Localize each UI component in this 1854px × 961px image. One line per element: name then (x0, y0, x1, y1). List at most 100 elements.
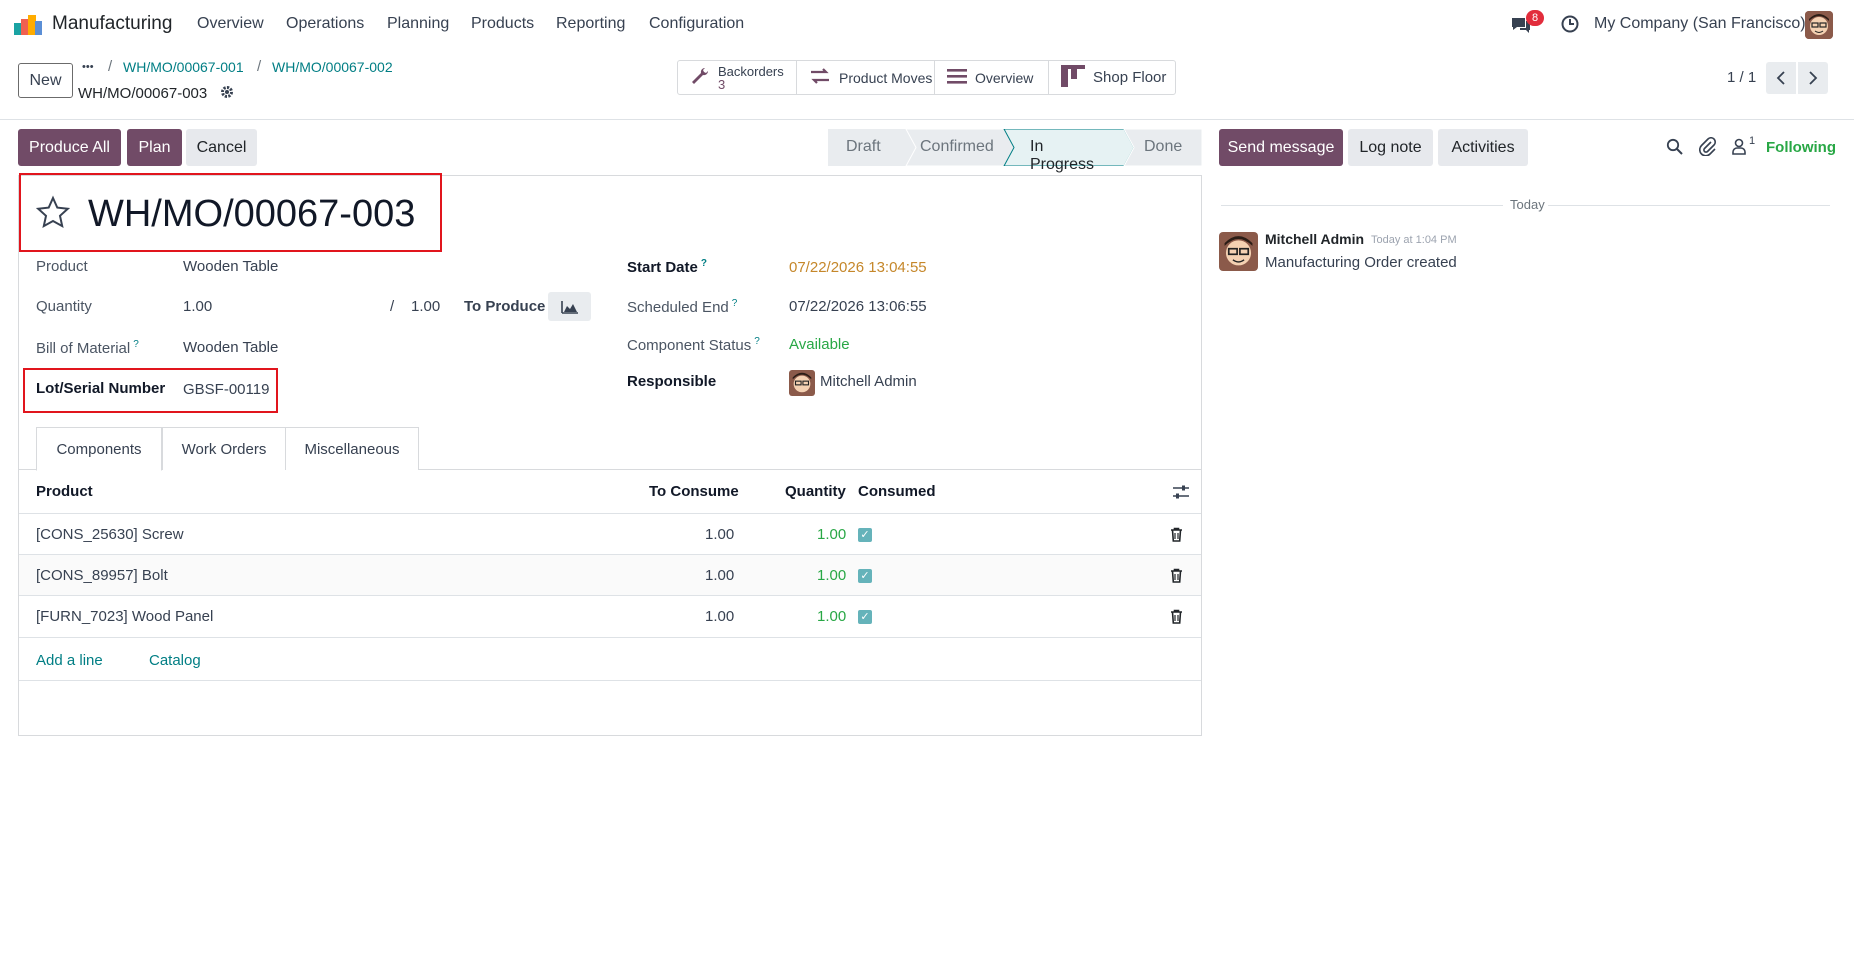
responsible-value[interactable]: Mitchell Admin (820, 373, 917, 390)
stage-in-progress[interactable]: In Progress (1030, 138, 1094, 174)
shop-floor-button[interactable]: Shop Floor (1049, 61, 1175, 94)
responsible-label: Responsible (627, 373, 717, 390)
col-header-to-consume[interactable]: To Consume (649, 483, 739, 500)
bom-help-icon[interactable]: ? (133, 339, 139, 350)
col-header-quantity[interactable]: Quantity (785, 483, 846, 500)
star-icon[interactable] (35, 195, 71, 235)
backorders-button[interactable]: Backorders 3 (678, 61, 797, 94)
lot-serial-label: Lot/Serial Number (36, 380, 166, 397)
trash-icon[interactable] (1170, 568, 1183, 587)
menu-overview[interactable]: Overview (197, 15, 264, 33)
area-chart-icon (560, 300, 578, 314)
tab-work-orders[interactable]: Work Orders (162, 427, 286, 470)
breadcrumb-ellipsis[interactable]: ••• (82, 61, 94, 73)
quantity-input[interactable]: 1.00 (183, 298, 212, 315)
gear-icon[interactable] (220, 85, 234, 103)
forecast-chart-button[interactable] (548, 292, 591, 321)
search-icon[interactable] (1666, 138, 1683, 159)
scheduled-end-help-icon[interactable]: ? (732, 298, 738, 309)
user-avatar[interactable] (1805, 11, 1833, 39)
menu-products[interactable]: Products (471, 15, 534, 33)
lot-serial-value[interactable]: GBSF-00119 (183, 381, 269, 398)
shop-floor-icon (1061, 64, 1085, 91)
quantity-label: Quantity (36, 298, 92, 315)
tab-miscellaneous[interactable]: Miscellaneous (285, 427, 419, 470)
consumed-checkbox[interactable]: ✓ (858, 610, 872, 624)
col-header-consumed[interactable]: Consumed (858, 483, 936, 500)
table-row[interactable]: [CONS_89957] Bolt 1.00 1.00 ✓ (19, 554, 1201, 595)
message-body: Manufacturing Order created (1265, 254, 1457, 271)
backorders-label: Backorders (718, 63, 784, 79)
quantity-separator: / (390, 298, 395, 315)
quantity-produced-value[interactable]: 1.00 (411, 298, 440, 315)
message-author[interactable]: Mitchell Admin (1265, 231, 1364, 247)
menu-configuration[interactable]: Configuration (649, 15, 744, 33)
bom-label: Bill of Material? (36, 339, 139, 357)
start-date-help-icon[interactable]: ? (701, 258, 707, 269)
plan-button[interactable]: Plan (127, 129, 182, 166)
product-label: Product (36, 258, 88, 275)
app-logo-icon[interactable] (14, 15, 42, 35)
row-to-consume: 1.00 (705, 567, 735, 584)
app-name[interactable]: Manufacturing (52, 13, 172, 35)
stage-draft[interactable]: Draft (846, 138, 881, 156)
cancel-button[interactable]: Cancel (186, 129, 257, 166)
menu-operations[interactable]: Operations (286, 15, 364, 33)
shop-floor-label: Shop Floor (1093, 69, 1167, 86)
message-time: Today at 1:04 PM (1371, 234, 1457, 246)
start-date-value[interactable]: 07/22/2026 13:04:55 (789, 259, 927, 276)
add-line-link[interactable]: Add a line (36, 652, 103, 669)
column-settings-icon[interactable] (1172, 484, 1190, 504)
log-note-button[interactable]: Log note (1348, 129, 1433, 166)
consumed-checkbox[interactable]: ✓ (858, 528, 872, 542)
current-record-name: WH/MO/00067-003 (78, 85, 208, 102)
menu-planning[interactable]: Planning (387, 15, 449, 33)
breadcrumb-item-mo-001[interactable]: WH/MO/00067-001 (123, 59, 244, 75)
trash-icon[interactable] (1170, 609, 1183, 628)
menu-reporting[interactable]: Reporting (556, 15, 625, 33)
responsible-avatar (789, 370, 815, 396)
followers-count: 1 (1749, 135, 1756, 147)
bom-value[interactable]: Wooden Table (183, 339, 278, 356)
row-quantity[interactable]: 1.00 (817, 608, 846, 625)
scheduled-end-value[interactable]: 07/22/2026 13:06:55 (789, 298, 927, 315)
consumed-checkbox[interactable]: ✓ (858, 569, 872, 583)
catalog-link[interactable]: Catalog (149, 652, 201, 669)
product-moves-label: Product Moves (839, 69, 933, 86)
component-status-help-icon[interactable]: ? (754, 336, 760, 347)
date-divider-line-right (1548, 205, 1830, 206)
following-button[interactable]: Following (1766, 139, 1836, 156)
clock-icon[interactable] (1561, 15, 1579, 37)
row-to-consume: 1.00 (705, 608, 735, 625)
overview-button[interactable]: Overview (935, 61, 1049, 94)
bars-icon (947, 68, 967, 87)
pager-value[interactable]: 1 / 1 (1727, 69, 1756, 86)
pager-next-button[interactable] (1798, 62, 1828, 94)
row-quantity[interactable]: 1.00 (817, 567, 846, 584)
paperclip-icon[interactable] (1699, 136, 1717, 160)
record-title[interactable]: WH/MO/00067-003 (88, 193, 415, 236)
row-quantity[interactable]: 1.00 (817, 526, 846, 543)
activities-button[interactable]: Activities (1438, 129, 1528, 166)
tab-components[interactable]: Components (36, 427, 162, 471)
message-author-avatar[interactable] (1219, 232, 1258, 271)
pager-previous-button[interactable] (1766, 62, 1796, 94)
product-moves-button[interactable]: Product Moves (797, 61, 935, 94)
stage-confirmed[interactable]: Confirmed (920, 138, 994, 156)
breadcrumb-item-mo-002[interactable]: WH/MO/00067-002 (272, 59, 393, 75)
stage-done[interactable]: Done (1144, 138, 1182, 156)
followers-icon[interactable] (1731, 138, 1747, 159)
product-value[interactable]: Wooden Table (183, 258, 278, 275)
produce-all-button[interactable]: Produce All (18, 129, 121, 166)
breadcrumb-separator: / (108, 58, 113, 75)
new-button[interactable]: New (18, 63, 73, 98)
trash-icon[interactable] (1170, 527, 1183, 546)
send-message-button[interactable]: Send message (1219, 129, 1343, 166)
table-row[interactable]: [FURN_7023] Wood Panel 1.00 1.00 ✓ (19, 595, 1201, 636)
col-header-product[interactable]: Product (36, 483, 93, 500)
table-row[interactable]: [CONS_25630] Screw 1.00 1.00 ✓ (19, 513, 1201, 554)
component-status-label: Component Status? (627, 336, 760, 354)
start-date-label: Start Date? (627, 258, 707, 276)
row-product: [CONS_89957] Bolt (36, 567, 168, 584)
company-switcher[interactable]: My Company (San Francisco) (1594, 15, 1806, 33)
